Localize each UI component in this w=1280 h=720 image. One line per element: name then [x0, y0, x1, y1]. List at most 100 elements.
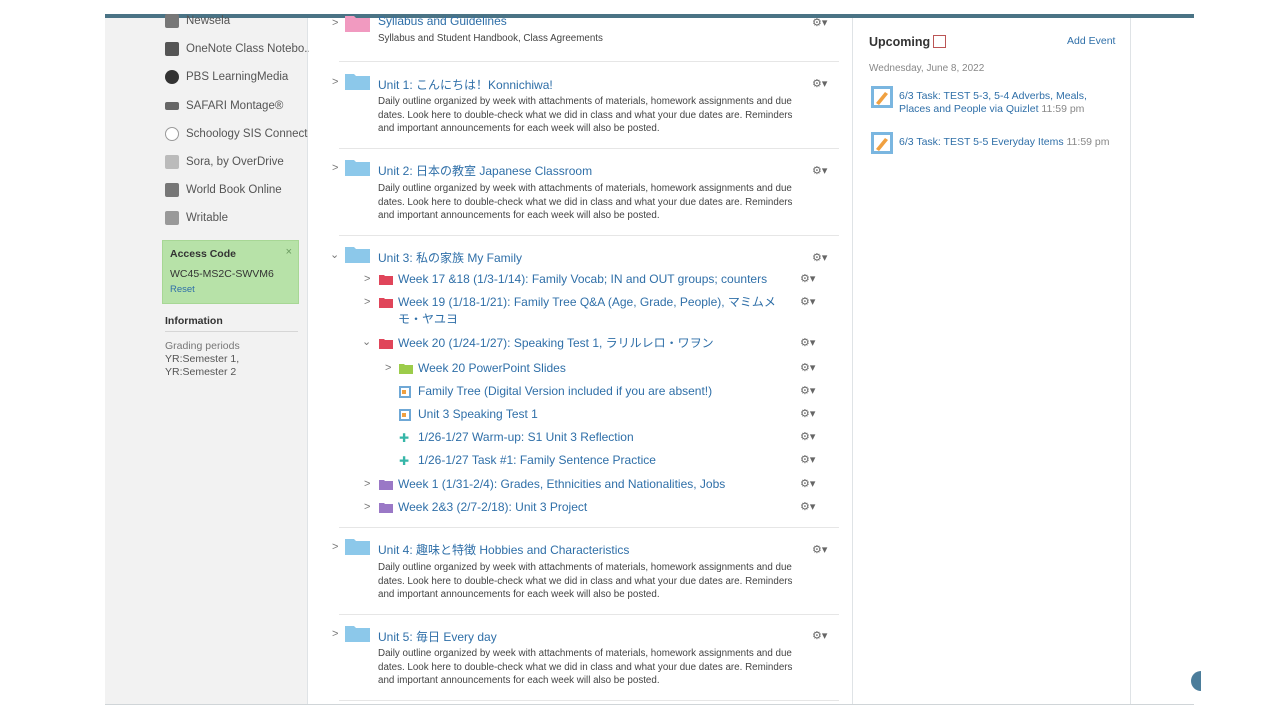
folder-icon	[379, 339, 393, 349]
week-folder-title[interactable]: Week 19 (1/18-1/21): Family Tree Q&A (Ag…	[398, 294, 776, 310]
gear-icon[interactable]: ⚙▾	[812, 164, 827, 177]
app-label: Sora, by OverDrive	[186, 156, 284, 168]
gear-icon[interactable]: ⚙▾	[800, 272, 815, 285]
add-event-link[interactable]: Add Event	[1067, 35, 1115, 47]
gear-icon[interactable]: ⚙▾	[812, 77, 827, 90]
access-code-box: Access Code × WC45-MS2C-SWVM6 Reset	[162, 240, 299, 304]
week-folder-title-cont[interactable]: モ・ヤユヨ	[398, 311, 458, 327]
safari-montage-icon	[165, 102, 179, 110]
left-sidebar: Newsela OneNote Class Notebo... PBS Lear…	[105, 14, 314, 704]
app-item-pbs[interactable]: PBS LearningMedia	[165, 68, 288, 86]
gear-icon[interactable]: ⚙▾	[800, 361, 815, 374]
unit-title[interactable]: Unit 5: 毎日 Every day	[378, 628, 497, 645]
app-item-sora[interactable]: Sora, by OverDrive	[165, 153, 284, 171]
app-label: Schoology SIS Connect	[186, 128, 308, 140]
unit-title[interactable]: Unit 2: 日本の教室 Japanese Classroom	[378, 162, 592, 179]
assignment-title[interactable]: Unit 3 Speaking Test 1	[418, 406, 538, 422]
sora-icon	[165, 155, 179, 169]
week-folder-title[interactable]: Week 17 &18 (1/3-1/14): Family Vocab; IN…	[398, 271, 767, 287]
access-code-title: Access Code	[170, 248, 236, 260]
folder-icon	[345, 539, 370, 555]
gear-icon[interactable]: ⚙▾	[800, 407, 815, 420]
chevron-right-icon[interactable]: >	[332, 76, 338, 88]
chevron-down-icon[interactable]: ⌄	[362, 335, 371, 348]
chevron-right-icon[interactable]: >	[332, 162, 338, 174]
chevron-down-icon[interactable]: ⌄	[330, 248, 339, 261]
activity-title[interactable]: 1/26-1/27 Warm-up: S1 Unit 3 Reflection	[418, 429, 634, 445]
folder-icon	[345, 160, 370, 176]
reset-link[interactable]: Reset	[170, 284, 291, 295]
app-label: World Book Online	[186, 184, 282, 196]
unit-description: Daily outline organized by week with att…	[378, 183, 793, 221]
gear-icon[interactable]: ⚙▾	[800, 477, 815, 490]
week-folder-title[interactable]: Week 20 (1/24-1/27): Speaking Test 1, ラリ…	[398, 335, 714, 351]
app-label: PBS LearningMedia	[186, 71, 289, 83]
unit-title[interactable]: Unit 1: こんにちは！Konnichiwa!	[378, 76, 553, 93]
unit-row-4: > Unit 4: 趣味と特徴 Hobbies and Characterist…	[332, 528, 839, 615]
folder-icon	[345, 16, 370, 32]
upcoming-panel: Upcoming · Add Event Wednesday, June 8, …	[853, 18, 1131, 704]
app-item-onenote[interactable]: OneNote Class Notebo...	[165, 40, 314, 58]
bottom-border	[105, 704, 1194, 705]
activity-title[interactable]: 1/26-1/27 Task #1: Family Sentence Pract…	[418, 452, 656, 468]
chevron-right-icon[interactable]: >	[332, 541, 338, 553]
unit-title[interactable]: Unit 3: 私の家族 My Family	[378, 249, 522, 266]
folder-icon	[345, 74, 370, 90]
close-icon[interactable]: ×	[286, 246, 292, 258]
access-code-value: WC45-MS2C-SWVM6	[170, 268, 274, 280]
upcoming-date: Wednesday, June 8, 2022	[869, 63, 985, 74]
upcoming-task[interactable]: 6/3 Task: TEST 5-5 Everyday Items 11:59 …	[899, 136, 1114, 149]
week-folder-title[interactable]: Week 1 (1/31-2/4): Grades, Ethnicities a…	[398, 476, 725, 492]
gear-icon[interactable]: ⚙▾	[812, 543, 827, 556]
subfolder-title[interactable]: Week 20 PowerPoint Slides	[418, 360, 566, 376]
app-item-writable[interactable]: Writable	[165, 209, 228, 227]
gear-icon[interactable]: ⚙▾	[812, 251, 827, 264]
gear-icon[interactable]: ⚙▾	[800, 295, 815, 308]
unit-row-syllabus: > Syllabus and Guidelines Syllabus and S…	[332, 10, 839, 62]
grading-periods-value: YR:Semester 1, YR:Semester 2	[165, 353, 240, 378]
chevron-right-icon[interactable]: >	[332, 17, 338, 29]
app-item-newsela[interactable]: Newsela	[165, 12, 230, 30]
sis-icon	[165, 127, 179, 141]
chevron-right-icon[interactable]: >	[364, 296, 370, 308]
app-item-sis[interactable]: Schoology SIS Connect	[165, 125, 307, 143]
upcoming-title: Upcoming ·	[869, 35, 938, 49]
gear-icon[interactable]: ⚙▾	[800, 453, 815, 466]
chevron-right-icon[interactable]: >	[385, 362, 391, 374]
chevron-right-icon[interactable]: >	[332, 628, 338, 640]
app-label: SAFARI Montage®	[186, 100, 284, 112]
folder-icon	[399, 364, 413, 374]
unit-row-3: ⌄ Unit 3: 私の家族 My Family ⚙▾ > Week 17 &1…	[330, 236, 839, 528]
assignment-icon	[871, 86, 893, 108]
task-time: 11:59 pm	[1066, 136, 1110, 148]
task-title[interactable]: 6/3 Task: TEST 5-5 Everyday Items	[899, 136, 1064, 148]
unit-description: Daily outline organized by week with att…	[378, 648, 793, 686]
chevron-right-icon[interactable]: >	[364, 273, 370, 285]
gear-icon[interactable]: ⚙▾	[800, 384, 815, 397]
unit-title[interactable]: Syllabus and Guidelines	[378, 14, 507, 28]
chevron-right-icon[interactable]: >	[364, 501, 370, 513]
gear-icon[interactable]: ⚙▾	[800, 500, 815, 513]
folder-icon	[379, 275, 393, 285]
unit-row-1: > Unit 1: こんにちは！Konnichiwa! Daily outlin…	[332, 62, 839, 149]
pbs-icon	[165, 70, 179, 84]
onenote-icon	[165, 42, 179, 56]
calendar-icon[interactable]	[933, 35, 946, 48]
unit-description: Syllabus and Student Handbook, Class Agr…	[378, 33, 603, 44]
unit-row-2: > Unit 2: 日本の教室 Japanese Classroom Daily…	[332, 149, 839, 236]
gear-icon[interactable]: ⚙▾	[812, 629, 827, 642]
app-item-worldbook[interactable]: World Book Online	[165, 181, 282, 199]
unit-title[interactable]: Unit 4: 趣味と特徴 Hobbies and Characteristic…	[378, 541, 629, 558]
gear-icon[interactable]: ⚙▾	[800, 430, 815, 443]
week-folder-title[interactable]: Week 2&3 (2/7-2/18): Unit 3 Project	[398, 499, 587, 515]
assignment-title[interactable]: Family Tree (Digital Version included if…	[418, 383, 712, 399]
grading-periods-label: Grading periods	[165, 340, 240, 352]
app-item-safari-montage[interactable]: SAFARI Montage®	[165, 97, 283, 115]
gear-icon[interactable]: ⚙▾	[812, 16, 827, 29]
chevron-right-icon[interactable]: >	[364, 478, 370, 490]
app-label: Newsela	[186, 15, 231, 27]
upcoming-task[interactable]: 6/3 Task: TEST 5-3, 5-4 Adverbs, Meals, …	[899, 90, 1114, 116]
app-label: OneNote Class Notebo...	[186, 43, 314, 55]
gear-icon[interactable]: ⚙▾	[800, 336, 815, 349]
folder-icon	[379, 503, 393, 513]
